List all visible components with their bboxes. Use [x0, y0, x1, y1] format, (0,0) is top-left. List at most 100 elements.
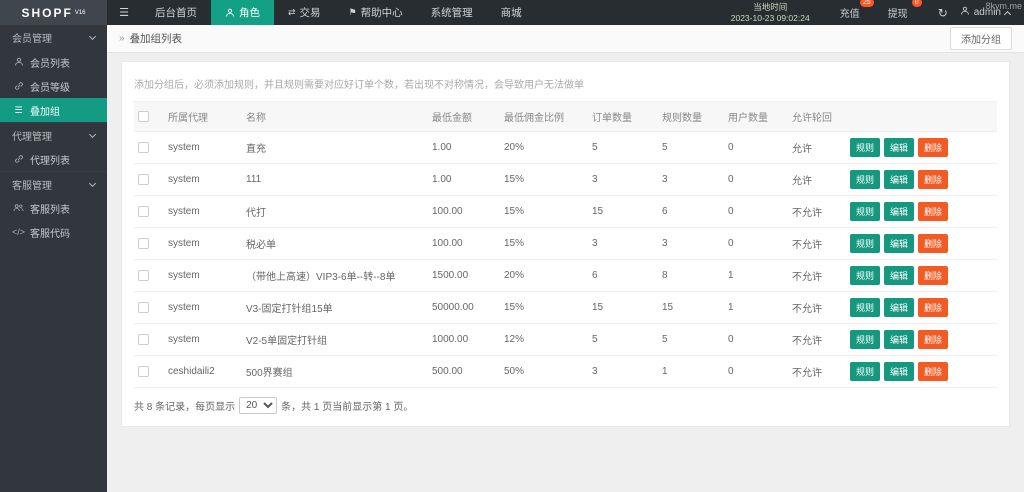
delete-button[interactable]: 删除	[918, 298, 949, 317]
row-checkbox[interactable]	[138, 173, 149, 185]
rules-cell: 1	[658, 355, 724, 388]
hint-text: 添加分组后，必须添加规则，并且规则需要对应好订单个数，若出现不对称情况，会导致用…	[134, 80, 584, 91]
nav-item-1[interactable]: 角色	[211, 0, 274, 25]
ratio-cell: 15%	[500, 163, 588, 196]
time-label: 当地时间	[753, 1, 788, 12]
exchange-icon: ⇄	[288, 7, 296, 17]
edit-button[interactable]: 编辑	[884, 266, 915, 285]
rule-button[interactable]: 规则	[850, 138, 881, 157]
allow-cell: 不允许	[788, 227, 846, 260]
agent-cell: ceshidaili2	[164, 355, 242, 388]
sidebar-item[interactable]: 会员等级	[0, 74, 107, 98]
column-header: 规则数量	[658, 101, 724, 132]
rules-cell: 8	[658, 259, 724, 292]
link-icon	[13, 154, 24, 164]
sidebar-item[interactable]: ☰ 叠加组	[0, 98, 107, 122]
rule-button[interactable]: 规则	[850, 298, 881, 317]
local-time: 当地时间 2023-10-23 09:02:24	[731, 2, 810, 23]
users-cell: 0	[724, 163, 788, 196]
page-size-select[interactable]: 20	[239, 397, 278, 414]
delete-button[interactable]: 删除	[918, 362, 949, 381]
rule-button[interactable]: 规则	[850, 330, 881, 349]
add-group-button[interactable]: 添加分组	[950, 27, 1012, 50]
edit-button[interactable]: 编辑	[884, 138, 915, 157]
refresh-icon[interactable]: ↻	[938, 6, 948, 20]
row-checkbox[interactable]	[138, 365, 149, 377]
min-amount-cell: 100.00	[428, 195, 500, 228]
nav-item-5[interactable]: 商城	[487, 0, 536, 25]
rules-cell: 3	[658, 227, 724, 260]
table-header-row: 所属代理 名称 最低金额 最低佣金比例 订单数量 规则数量 用户数量 允许轮回	[134, 101, 997, 132]
edit-button[interactable]: 编辑	[884, 170, 915, 189]
row-checkbox[interactable]	[138, 205, 149, 217]
column-header: 名称	[242, 101, 428, 132]
table-row: system 111 1.00 15% 3 3 0 允许 规则 编辑 删除	[134, 163, 997, 196]
nav-item-4[interactable]: 系统管理	[417, 0, 487, 25]
rule-button[interactable]: 规则	[850, 202, 881, 221]
delete-button[interactable]: 删除	[918, 266, 949, 285]
row-checkbox[interactable]	[138, 269, 149, 281]
rule-button[interactable]: 规则	[850, 362, 881, 381]
edit-button[interactable]: 编辑	[884, 330, 915, 349]
chevron-up-icon	[1003, 10, 1012, 18]
nav-item-label: 系统管理	[430, 7, 473, 19]
edit-button[interactable]: 编辑	[884, 234, 915, 253]
row-checkbox[interactable]	[138, 301, 149, 313]
recharge-button[interactable]: 充值 25	[840, 0, 874, 20]
min-amount-cell: 1500.00	[428, 259, 500, 292]
name-cell: 代打	[242, 195, 428, 228]
delete-button[interactable]: 删除	[918, 202, 949, 221]
sidebar-item[interactable]: 代理列表	[0, 147, 107, 171]
min-amount-cell: 1.00	[428, 163, 500, 196]
nav-item-0[interactable]: 后台首页	[141, 0, 211, 25]
edit-button[interactable]: 编辑	[884, 202, 915, 221]
topbar: SHOPF V16 ☰ 后台首页 角色 ⇄ 交易 ⚑ 帮助中心 系统管理 商城 当地时间 202…	[0, 0, 1024, 25]
delete-button[interactable]: 删除	[918, 234, 949, 253]
row-checkbox[interactable]	[138, 333, 149, 345]
users-cell: 0	[724, 227, 788, 260]
delete-button[interactable]: 删除	[918, 138, 949, 157]
delete-button[interactable]: 删除	[918, 170, 949, 189]
sidebar-section-1[interactable]: 代理管理	[0, 122, 107, 147]
groups-table: 所属代理 名称 最低金额 最低佣金比例 订单数量 规则数量 用户数量 允许轮回 system 直…	[134, 101, 997, 388]
ratio-cell: 15%	[500, 195, 588, 228]
rule-button[interactable]: 规则	[850, 234, 881, 253]
actions-cell: 规则 编辑 删除	[846, 355, 997, 388]
orders-cell: 5	[588, 323, 658, 356]
nav-item-3[interactable]: ⚑ 帮助中心	[335, 0, 417, 25]
orders-cell: 3	[588, 227, 658, 260]
edit-button[interactable]: 编辑	[884, 298, 915, 317]
quick-actions: 充值 25 提现 0	[826, 0, 922, 20]
allow-cell: 允许	[788, 163, 846, 196]
select-all-checkbox[interactable]	[138, 110, 149, 122]
nav-item-2[interactable]: ⇄ 交易	[274, 0, 335, 25]
rule-button[interactable]: 规则	[850, 170, 881, 189]
min-amount-cell: 500.00	[428, 355, 500, 388]
users-cell: 1	[724, 259, 788, 292]
withdraw-button[interactable]: 提现 0	[888, 0, 922, 20]
sidebar-section-label: 客服管理	[12, 180, 52, 192]
rule-button[interactable]: 规则	[850, 266, 881, 285]
hamburger-icon[interactable]: ☰	[107, 0, 141, 25]
row-checkbox[interactable]	[138, 237, 149, 249]
row-checkbox[interactable]	[138, 141, 149, 153]
sidebar-section-0[interactable]: 会员管理	[0, 25, 107, 50]
allow-cell: 允许	[788, 131, 846, 164]
rules-cell: 5	[658, 131, 724, 164]
sidebar-section-2[interactable]: 客服管理	[0, 171, 107, 196]
orders-cell: 6	[588, 259, 658, 292]
column-header: 允许轮回	[788, 101, 846, 132]
ratio-cell: 20%	[500, 131, 588, 164]
sidebar-item[interactable]: 会员列表	[0, 50, 107, 74]
sidebar-item[interactable]: </> 客服代码	[0, 220, 107, 244]
actions-cell: 规则 编辑 删除	[846, 259, 997, 292]
sidebar-item[interactable]: 客服列表	[0, 196, 107, 220]
nav-item-label: 商城	[500, 7, 522, 19]
page-title: 叠加组列表	[129, 33, 183, 45]
topbar-right: 当地时间 2023-10-23 09:02:24 充值 25 提现 0 ↻ admin	[731, 0, 1024, 25]
table-row: system 代打 100.00 15% 15 6 0 不允许 规则 编辑 删除	[134, 195, 997, 228]
delete-button[interactable]: 删除	[918, 330, 949, 349]
edit-button[interactable]: 编辑	[884, 362, 915, 381]
actions-cell: 规则 编辑 删除	[846, 195, 997, 228]
code-icon: </>	[12, 227, 26, 237]
